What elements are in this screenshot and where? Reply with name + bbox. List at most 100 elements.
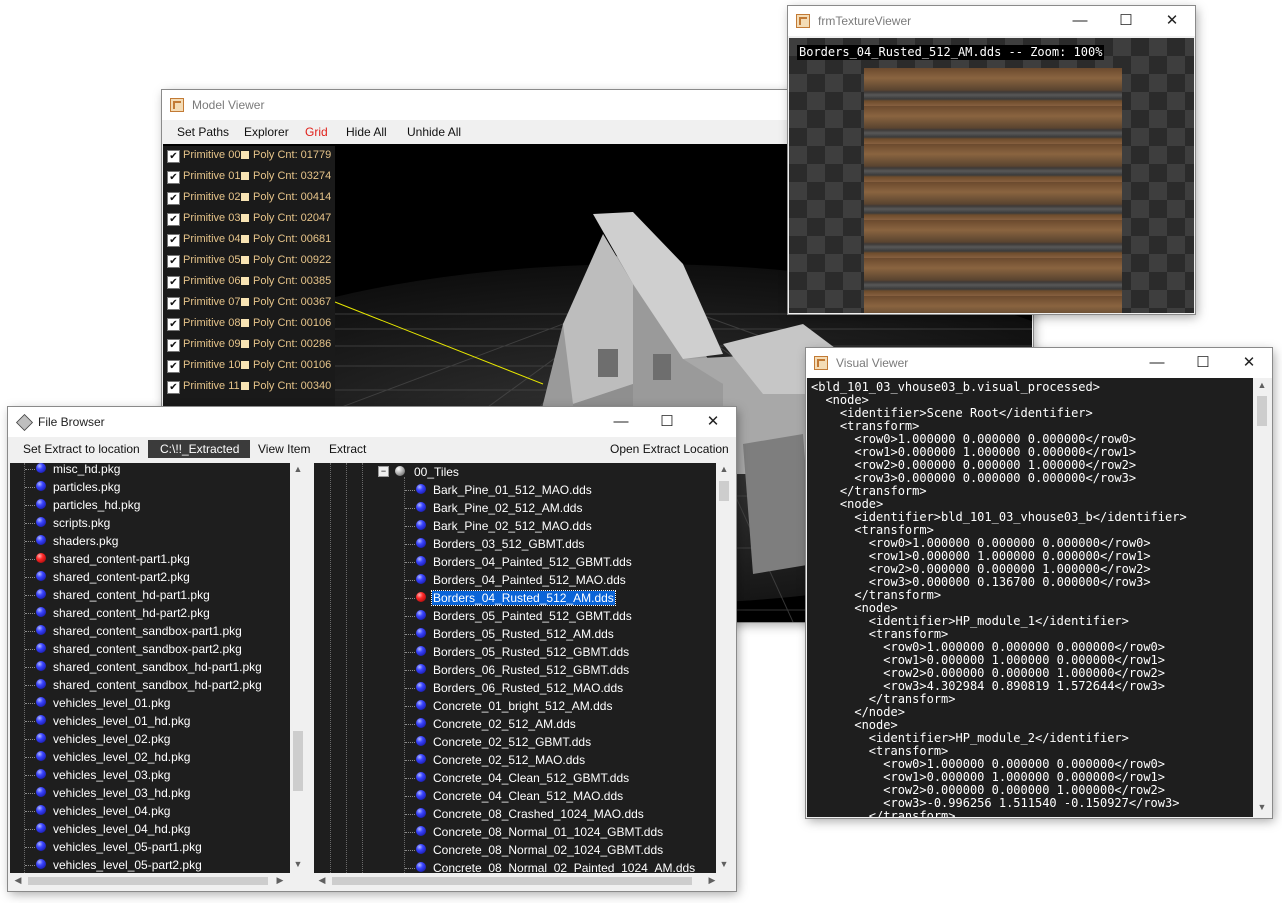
file-item[interactable]: Concrete_08_Normal_02_Painted_1024_AM.dd…	[314, 859, 716, 873]
file-tree-vscrollbar[interactable]: ▲ ▼	[716, 463, 732, 873]
package-list[interactable]: misc_hd.pkg particles.pkg particles_hd.pkg…	[10, 463, 290, 873]
primitive-checkbox[interactable]: ✔	[167, 381, 180, 394]
maximize-button[interactable]: ☐	[1103, 6, 1149, 36]
package-item[interactable]: vehicles_level_03.pkg	[10, 766, 290, 784]
file-item[interactable]: Concrete_02_512_AM.dds	[314, 715, 716, 733]
primitive-row[interactable]: ✔ Primitive 11 Poly Cnt: 00340	[163, 377, 335, 397]
package-item[interactable]: misc_hd.pkg	[10, 463, 290, 478]
file-item[interactable]: Concrete_08_Crashed_1024_MAO.dds	[314, 805, 716, 823]
file-item[interactable]: Concrete_02_512_GBMT.dds	[314, 733, 716, 751]
tree-folder[interactable]: − 00_Tiles	[314, 463, 716, 481]
menu-set-paths[interactable]: Set Paths	[177, 125, 229, 139]
primitive-row[interactable]: ✔ Primitive 00 Poly Cnt: 01779	[163, 146, 335, 166]
visual-viewer-titlebar[interactable]: Visual Viewer — ☐ ✕	[806, 348, 1272, 378]
collapse-icon[interactable]: −	[378, 466, 389, 477]
file-item[interactable]: Concrete_08_Normal_02_1024_GBMT.dds	[314, 841, 716, 859]
maximize-button[interactable]: ☐	[1180, 348, 1226, 378]
scroll-down-arrow[interactable]: ▼	[290, 859, 306, 869]
scrollbar-thumb[interactable]	[293, 731, 303, 791]
package-item[interactable]: shared_content_sandbox_hd-part2.pkg	[10, 676, 290, 694]
package-item[interactable]: vehicles_level_04_hd.pkg	[10, 820, 290, 838]
primitive-row[interactable]: ✔ Primitive 10 Poly Cnt: 00106	[163, 356, 335, 376]
file-item[interactable]: Borders_03_512_GBMT.dds	[314, 535, 716, 553]
minimize-button[interactable]: —	[1134, 348, 1180, 378]
file-item[interactable]: Concrete_02_512_MAO.dds	[314, 751, 716, 769]
package-item[interactable]: shared_content_hd-part1.pkg	[10, 586, 290, 604]
close-button[interactable]: ✕	[1226, 348, 1272, 378]
file-item[interactable]: Borders_05_Rusted_512_AM.dds	[314, 625, 716, 643]
menu-hide-all[interactable]: Hide All	[346, 125, 387, 139]
scroll-left-arrow[interactable]: ◀	[12, 875, 24, 886]
scrollbar-thumb[interactable]	[28, 877, 268, 885]
file-item[interactable]: Bark_Pine_02_512_MAO.dds	[314, 517, 716, 535]
primitive-row[interactable]: ✔ Primitive 08 Poly Cnt: 00106	[163, 314, 335, 334]
package-list-vscrollbar[interactable]: ▲ ▼	[290, 463, 306, 873]
package-item[interactable]: particles.pkg	[10, 478, 290, 496]
primitive-checkbox[interactable]: ✔	[167, 297, 180, 310]
package-item[interactable]: vehicles_level_05-part1.pkg	[10, 838, 290, 856]
xml-text-view[interactable]: <bld_101_03_vhouse03_b.visual_processed>…	[807, 378, 1253, 817]
menu-grid[interactable]: Grid	[305, 125, 328, 139]
close-button[interactable]: ✕	[690, 407, 736, 437]
primitive-row[interactable]: ✔ Primitive 03 Poly Cnt: 02047	[163, 209, 335, 229]
primitive-checkbox[interactable]: ✔	[167, 276, 180, 289]
close-button[interactable]: ✕	[1149, 6, 1195, 36]
scroll-up-arrow[interactable]: ▲	[716, 464, 732, 474]
file-item[interactable]: Borders_05_Painted_512_GBMT.dds	[314, 607, 716, 625]
vertical-scrollbar[interactable]: ▲ ▼	[1253, 378, 1271, 817]
file-item[interactable]: Borders_04_Painted_512_GBMT.dds	[314, 553, 716, 571]
package-item[interactable]: shared_content_sandbox-part2.pkg	[10, 640, 290, 658]
primitive-checkbox[interactable]: ✔	[167, 213, 180, 226]
primitive-row[interactable]: ✔ Primitive 09 Poly Cnt: 00286	[163, 335, 335, 355]
primitive-row[interactable]: ✔ Primitive 02 Poly Cnt: 00414	[163, 188, 335, 208]
file-tree[interactable]: − 00_Tiles Bark_Pine_01_512_MAO.dds Bark_…	[314, 463, 716, 873]
scroll-left-arrow[interactable]: ◀	[316, 875, 328, 886]
primitive-checkbox[interactable]: ✔	[167, 192, 180, 205]
file-item[interactable]: Borders_04_Rusted_512_AM.dds	[314, 589, 716, 607]
package-item[interactable]: shared_content-part2.pkg	[10, 568, 290, 586]
package-item[interactable]: vehicles_level_01_hd.pkg	[10, 712, 290, 730]
package-item[interactable]: shared_content_sandbox-part1.pkg	[10, 622, 290, 640]
package-item[interactable]: vehicles_level_05-part2.pkg	[10, 856, 290, 873]
file-item[interactable]: Concrete_01_bright_512_AM.dds	[314, 697, 716, 715]
primitive-checkbox[interactable]: ✔	[167, 171, 180, 184]
scrollbar-thumb[interactable]	[332, 877, 692, 885]
file-tree-hscrollbar[interactable]: ◀ ▶	[314, 873, 732, 889]
file-item[interactable]: Borders_06_Rusted_512_MAO.dds	[314, 679, 716, 697]
package-item[interactable]: vehicles_level_02_hd.pkg	[10, 748, 290, 766]
package-item[interactable]: particles_hd.pkg	[10, 496, 290, 514]
primitive-row[interactable]: ✔ Primitive 04 Poly Cnt: 00681	[163, 230, 335, 250]
maximize-button[interactable]: ☐	[644, 407, 690, 437]
extract-button[interactable]: Extract	[329, 442, 366, 456]
package-item[interactable]: vehicles_level_03_hd.pkg	[10, 784, 290, 802]
primitive-row[interactable]: ✔ Primitive 07 Poly Cnt: 00367	[163, 293, 335, 313]
package-list-hscrollbar[interactable]: ◀ ▶	[10, 873, 306, 889]
primitive-row[interactable]: ✔ Primitive 06 Poly Cnt: 00385	[163, 272, 335, 292]
package-item[interactable]: scripts.pkg	[10, 514, 290, 532]
package-item[interactable]: shared_content-part1.pkg	[10, 550, 290, 568]
texture-viewer-titlebar[interactable]: frmTextureViewer — ☐ ✕	[788, 6, 1195, 36]
primitive-row[interactable]: ✔ Primitive 05 Poly Cnt: 00922	[163, 251, 335, 271]
package-item[interactable]: vehicles_level_01.pkg	[10, 694, 290, 712]
scroll-right-arrow[interactable]: ▶	[706, 875, 718, 886]
primitive-checkbox[interactable]: ✔	[167, 150, 180, 163]
texture-canvas[interactable]: Borders_04_Rusted_512_AM.dds -- Zoom: 10…	[789, 38, 1194, 313]
file-item[interactable]: Bark_Pine_02_512_AM.dds	[314, 499, 716, 517]
scroll-up-arrow[interactable]: ▲	[290, 464, 306, 474]
primitive-checkbox[interactable]: ✔	[167, 234, 180, 247]
primitive-checkbox[interactable]: ✔	[167, 318, 180, 331]
primitive-checkbox[interactable]: ✔	[167, 339, 180, 352]
menu-unhide-all[interactable]: Unhide All	[407, 125, 461, 139]
scroll-up-arrow[interactable]: ▲	[1253, 380, 1271, 390]
package-item[interactable]: vehicles_level_04.pkg	[10, 802, 290, 820]
package-item[interactable]: shared_content_sandbox_hd-part1.pkg	[10, 658, 290, 676]
file-item[interactable]: Concrete_04_Clean_512_GBMT.dds	[314, 769, 716, 787]
minimize-button[interactable]: —	[598, 407, 644, 437]
open-extract-location-button[interactable]: Open Extract Location	[610, 442, 729, 456]
scrollbar-thumb[interactable]	[719, 481, 729, 501]
package-item[interactable]: vehicles_level_02.pkg	[10, 730, 290, 748]
package-item[interactable]: shared_content_hd-part2.pkg	[10, 604, 290, 622]
scroll-down-arrow[interactable]: ▼	[716, 859, 732, 869]
primitive-row[interactable]: ✔ Primitive 01 Poly Cnt: 03274	[163, 167, 335, 187]
menu-explorer[interactable]: Explorer	[244, 125, 289, 139]
